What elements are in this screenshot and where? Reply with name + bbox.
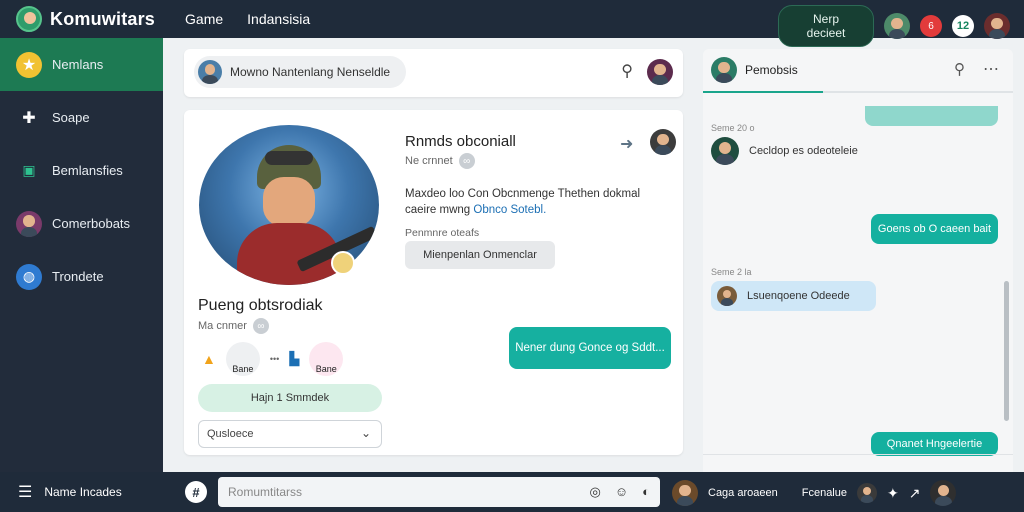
sidebar-item-label: Soape (52, 110, 90, 125)
sidebar-item-community[interactable]: Comerbobats (0, 197, 163, 250)
more-dots: ••• (269, 354, 280, 364)
star-icon: ★ (16, 51, 42, 78)
profile-name: Pueng obtsrodiak (198, 297, 323, 314)
emoji-icon[interactable]: ☺ (615, 484, 628, 500)
profile-subtitle: Ma cnmer ∞ (198, 318, 269, 334)
heart-reaction[interactable]: Bane (309, 342, 344, 376)
post-link[interactable]: Obnco Sotebl. (473, 204, 546, 216)
notification-badge[interactable]: 6 (920, 15, 942, 37)
more-icon[interactable]: ⋯ (983, 59, 999, 79)
player-avatar[interactable] (857, 483, 877, 503)
composer-placeholder: Romumtitarss (228, 485, 303, 499)
chat-footer (703, 454, 1013, 472)
globe-icon: ◍ (16, 263, 42, 290)
search-icon[interactable]: ⚲ (954, 60, 965, 78)
post-body: Maxdeo loo Con Obcnmenge Thethen dokmal … (405, 186, 665, 218)
sender-avatar (717, 286, 737, 306)
sidebar-item-label: Trondete (52, 269, 104, 284)
top-bar: Komuwitars Game Indansisia Nerp decieet … (0, 0, 1024, 47)
select-value: Qusloece (207, 428, 254, 440)
filter-select[interactable]: Qusloece ⌄ (198, 420, 382, 448)
link-icon[interactable]: ∞ (252, 318, 269, 334)
message-text: Cecldop es odeoteleie (749, 145, 858, 157)
reaction-label: Bane (232, 364, 254, 374)
search-avatar (198, 60, 222, 84)
search-card: Mowno Nantenlang Nenseldle ⚲ (184, 49, 683, 97)
section-label: Penmnre oteafs (405, 227, 480, 239)
post-author-avatar[interactable] (650, 129, 676, 155)
hashtag-button[interactable]: # (185, 481, 207, 503)
sidebar-item-label: Bemlansfies (52, 163, 123, 178)
user-avatar[interactable] (884, 13, 910, 39)
bottom-bar: ☰ Name Incades # Romumtitarss ◎ ☺ ◐ Caga… (0, 472, 1024, 512)
sidebar-item-label: Nemlans (52, 57, 104, 72)
share-icon[interactable]: ↗ (909, 485, 921, 502)
tag-chip[interactable]: Mienpenlan Onmenclar (405, 241, 555, 269)
level-badge-icon[interactable]: 12 (952, 15, 974, 37)
profile-sub-label: Ma cnmer (198, 320, 247, 332)
message-composer[interactable]: Romumtitarss ◎ ☺ ◐ (218, 477, 660, 507)
microphone-icon[interactable]: ◐ (642, 484, 650, 500)
nav-indonesia[interactable]: Indansisia (247, 11, 310, 27)
menu-icon[interactable]: ☰ (18, 482, 32, 502)
chevron-down-icon: ⌄ (360, 426, 371, 440)
share-icon[interactable]: ➜ (620, 134, 633, 154)
search-user-avatar[interactable] (647, 59, 673, 85)
chat-header: Pemobsis ⚲ ⋯ (703, 49, 1013, 93)
chat-avatar[interactable] (711, 57, 737, 83)
book-icon[interactable]: ▙ (289, 351, 299, 367)
sidebar-item-tournaments[interactable]: ▣ Bemlansfies (0, 144, 163, 197)
post-subtitle: Ne crnnet ∞ (405, 153, 475, 169)
bottom-menu-label[interactable]: Name Incades (44, 485, 121, 499)
bottom-user-avatar[interactable] (672, 480, 698, 506)
post-sub-label: Ne crnnet (405, 155, 453, 167)
chat-message-out[interactable]: Qnanet Hngeelertie (871, 432, 998, 456)
reaction-avatar[interactable]: Bane (225, 342, 260, 376)
bottom-profile-avatar[interactable] (930, 480, 957, 506)
fire-icon[interactable]: ▲ (202, 351, 216, 367)
avatar-icon (16, 210, 42, 237)
search-icon[interactable]: ⚲ (621, 61, 633, 81)
search-input[interactable]: Mowno Nantenlang Nenseldle (194, 56, 406, 88)
chat-panel: Pemobsis ⚲ ⋯ Seme 20 o Cecldop es odeote… (703, 49, 1013, 472)
brand-title[interactable]: Komuwitars (50, 9, 155, 30)
controller-icon[interactable]: ✦ (887, 485, 899, 502)
post-title: Rnmds obconiall (405, 133, 516, 150)
sender-avatar (711, 137, 739, 165)
chat-message-out[interactable]: Goens ob O caeen bait (871, 214, 998, 244)
logo-icon[interactable] (16, 6, 42, 32)
sidebar-item-home[interactable]: ★ Nemlans (0, 38, 163, 91)
chat-scrollbar[interactable] (1004, 281, 1009, 421)
reaction-label: Bane (315, 364, 337, 374)
search-placeholder: Mowno Nantenlang Nenseldle (230, 65, 391, 79)
chat-message-in[interactable]: Cecldop es odeoteleie (711, 137, 858, 165)
chat-message-out[interactable] (865, 106, 998, 126)
nav-game[interactable]: Game (185, 11, 223, 27)
message-text: Lsuenqoene Odeede (747, 290, 850, 302)
camera-icon[interactable]: ◎ (590, 484, 601, 500)
chat-message-in[interactable]: Lsuenqoene Odeede (711, 281, 876, 311)
bottom-user-label[interactable]: Caga aroaeen (708, 487, 778, 499)
sidebar: ★ Nemlans ✚ Soape ▣ Bemlansfies Comerbob… (0, 38, 163, 472)
bottom-right-label[interactable]: Fcenalue (802, 487, 847, 499)
profile-card: Pueng obtsrodiak Ma cnmer ∞ ▲ Bane ••• ▙… (184, 110, 683, 455)
chat-title[interactable]: Pemobsis (745, 63, 798, 77)
screen-icon: ▣ (22, 162, 36, 178)
message-bubble[interactable]: Nener dung Gonce og Sddt... (509, 327, 671, 369)
message-time: Seme 20 o (711, 123, 755, 133)
reaction-row: ▲ Bane ••• ▙ Bane (202, 342, 344, 376)
sidebar-item-label: Comerbobats (52, 216, 131, 231)
message-time: Seme 2 la (711, 267, 752, 277)
sidebar-item-trending[interactable]: ◍ Trondete (0, 250, 163, 303)
new-post-button[interactable]: Nerp decieet (778, 5, 874, 47)
hero-badge-icon (331, 251, 355, 275)
link-icon[interactable]: ∞ (458, 153, 475, 169)
puzzle-icon: ✚ (22, 109, 36, 127)
profile-avatar[interactable] (984, 13, 1010, 39)
sidebar-item-games[interactable]: ✚ Soape (0, 91, 163, 144)
follow-button[interactable]: Hajn 1 Smmdek (198, 384, 382, 412)
